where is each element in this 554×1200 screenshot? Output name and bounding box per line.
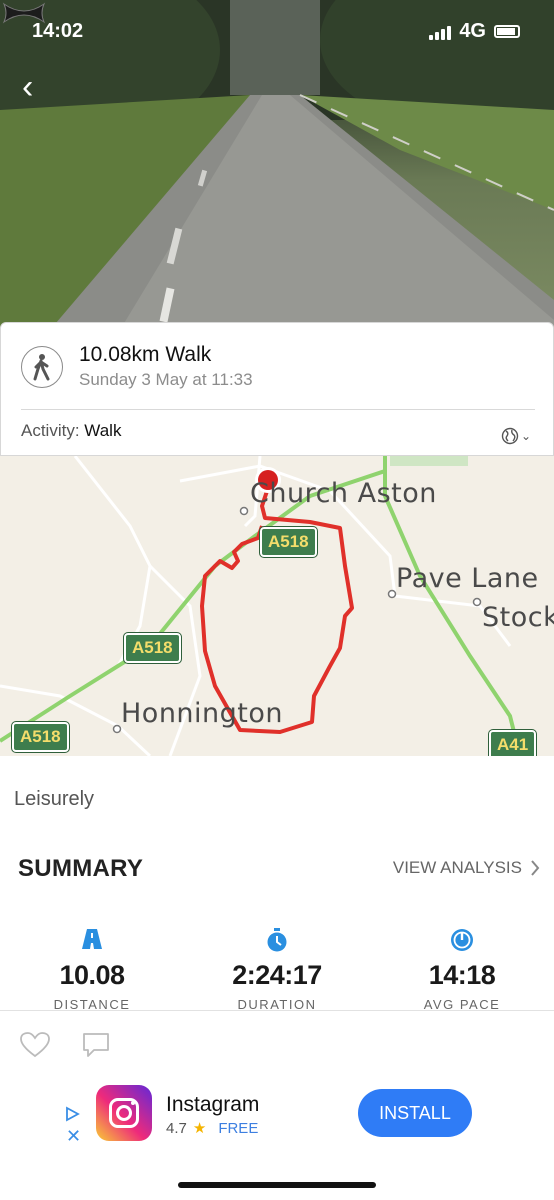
stat-avg-pace: 14:18 AVG PACE <box>382 928 542 1012</box>
route-map[interactable]: Church Aston Pave Lane Stock Honnington … <box>0 456 554 756</box>
map-label-stock: Stock <box>482 602 554 633</box>
speedometer-icon <box>451 929 473 951</box>
network-label: 4G <box>459 20 486 42</box>
chevron-right-icon <box>531 860 540 876</box>
stat-duration: 2:24:17 DURATION <box>197 928 357 1012</box>
activity-card: 10.08km Walk Sunday 3 May at 11:33 Activ… <box>0 322 554 456</box>
status-bar: 14:02 4G <box>0 18 554 48</box>
signal-icon <box>429 24 452 40</box>
hero-photo: 14:02 4G ‹ <box>0 0 554 330</box>
map-label-honnington: Honnington <box>121 698 284 729</box>
adchoices-icon[interactable] <box>64 1106 80 1122</box>
road-shield-a41: A41 <box>487 729 538 756</box>
stat-value: 14:18 <box>428 960 496 990</box>
instagram-app-icon[interactable] <box>96 1085 152 1141</box>
view-analysis-label: VIEW ANALYSIS <box>392 858 522 877</box>
activity-type-value: Walk <box>84 421 122 440</box>
globe-icon <box>501 427 519 445</box>
stats-divider <box>0 1010 554 1011</box>
activity-title: 10.08km Walk <box>79 343 212 366</box>
map-label-church-aston: Church Aston <box>250 478 437 509</box>
road-shield-a518: A518 <box>123 632 182 664</box>
under-armour-logo <box>2 2 46 24</box>
back-chevron-icon[interactable]: ‹ <box>22 70 52 106</box>
install-button[interactable]: INSTALL <box>358 1089 472 1137</box>
privacy-selector[interactable]: ⌄ <box>501 427 531 445</box>
view-analysis-link[interactable]: VIEW ANALYSIS <box>393 858 540 878</box>
stat-value: 10.08 <box>59 960 125 990</box>
activity-type-label: Activity: <box>21 421 80 440</box>
stat-value: 2:24:17 <box>232 960 322 990</box>
workout-feel: Leisurely <box>14 788 95 810</box>
ad-price: FREE <box>218 1119 259 1137</box>
status-indicators: 4G <box>429 20 520 43</box>
close-ad-icon[interactable]: ✕ <box>66 1126 81 1147</box>
ad-app-name: Instagram <box>166 1093 260 1116</box>
ad-rating: 4.7 <box>166 1119 187 1137</box>
stat-distance: 10.08 DISTANCE <box>12 928 172 1012</box>
chevron-down-icon: ⌄ <box>520 429 531 443</box>
ad-app-meta: 4.7 ★ FREE <box>166 1119 259 1138</box>
summary-title: SUMMARY <box>18 855 144 882</box>
road-shield-a518: A518 <box>11 721 70 753</box>
star-icon: ★ <box>192 1120 207 1137</box>
stopwatch-icon <box>267 928 287 952</box>
activity-type-row: Activity: Walk <box>21 421 121 441</box>
heart-icon[interactable] <box>20 1032 50 1058</box>
activity-date: Sunday 3 May at 11:33 <box>79 370 253 389</box>
card-divider <box>21 409 535 410</box>
map-label-pave-lane: Pave Lane <box>396 563 539 594</box>
road-shield-a518: A518 <box>259 526 318 558</box>
walk-icon <box>21 346 63 388</box>
battery-icon <box>494 25 520 38</box>
home-indicator <box>178 1182 376 1188</box>
road-icon <box>82 929 102 949</box>
comment-icon[interactable] <box>82 1032 110 1058</box>
